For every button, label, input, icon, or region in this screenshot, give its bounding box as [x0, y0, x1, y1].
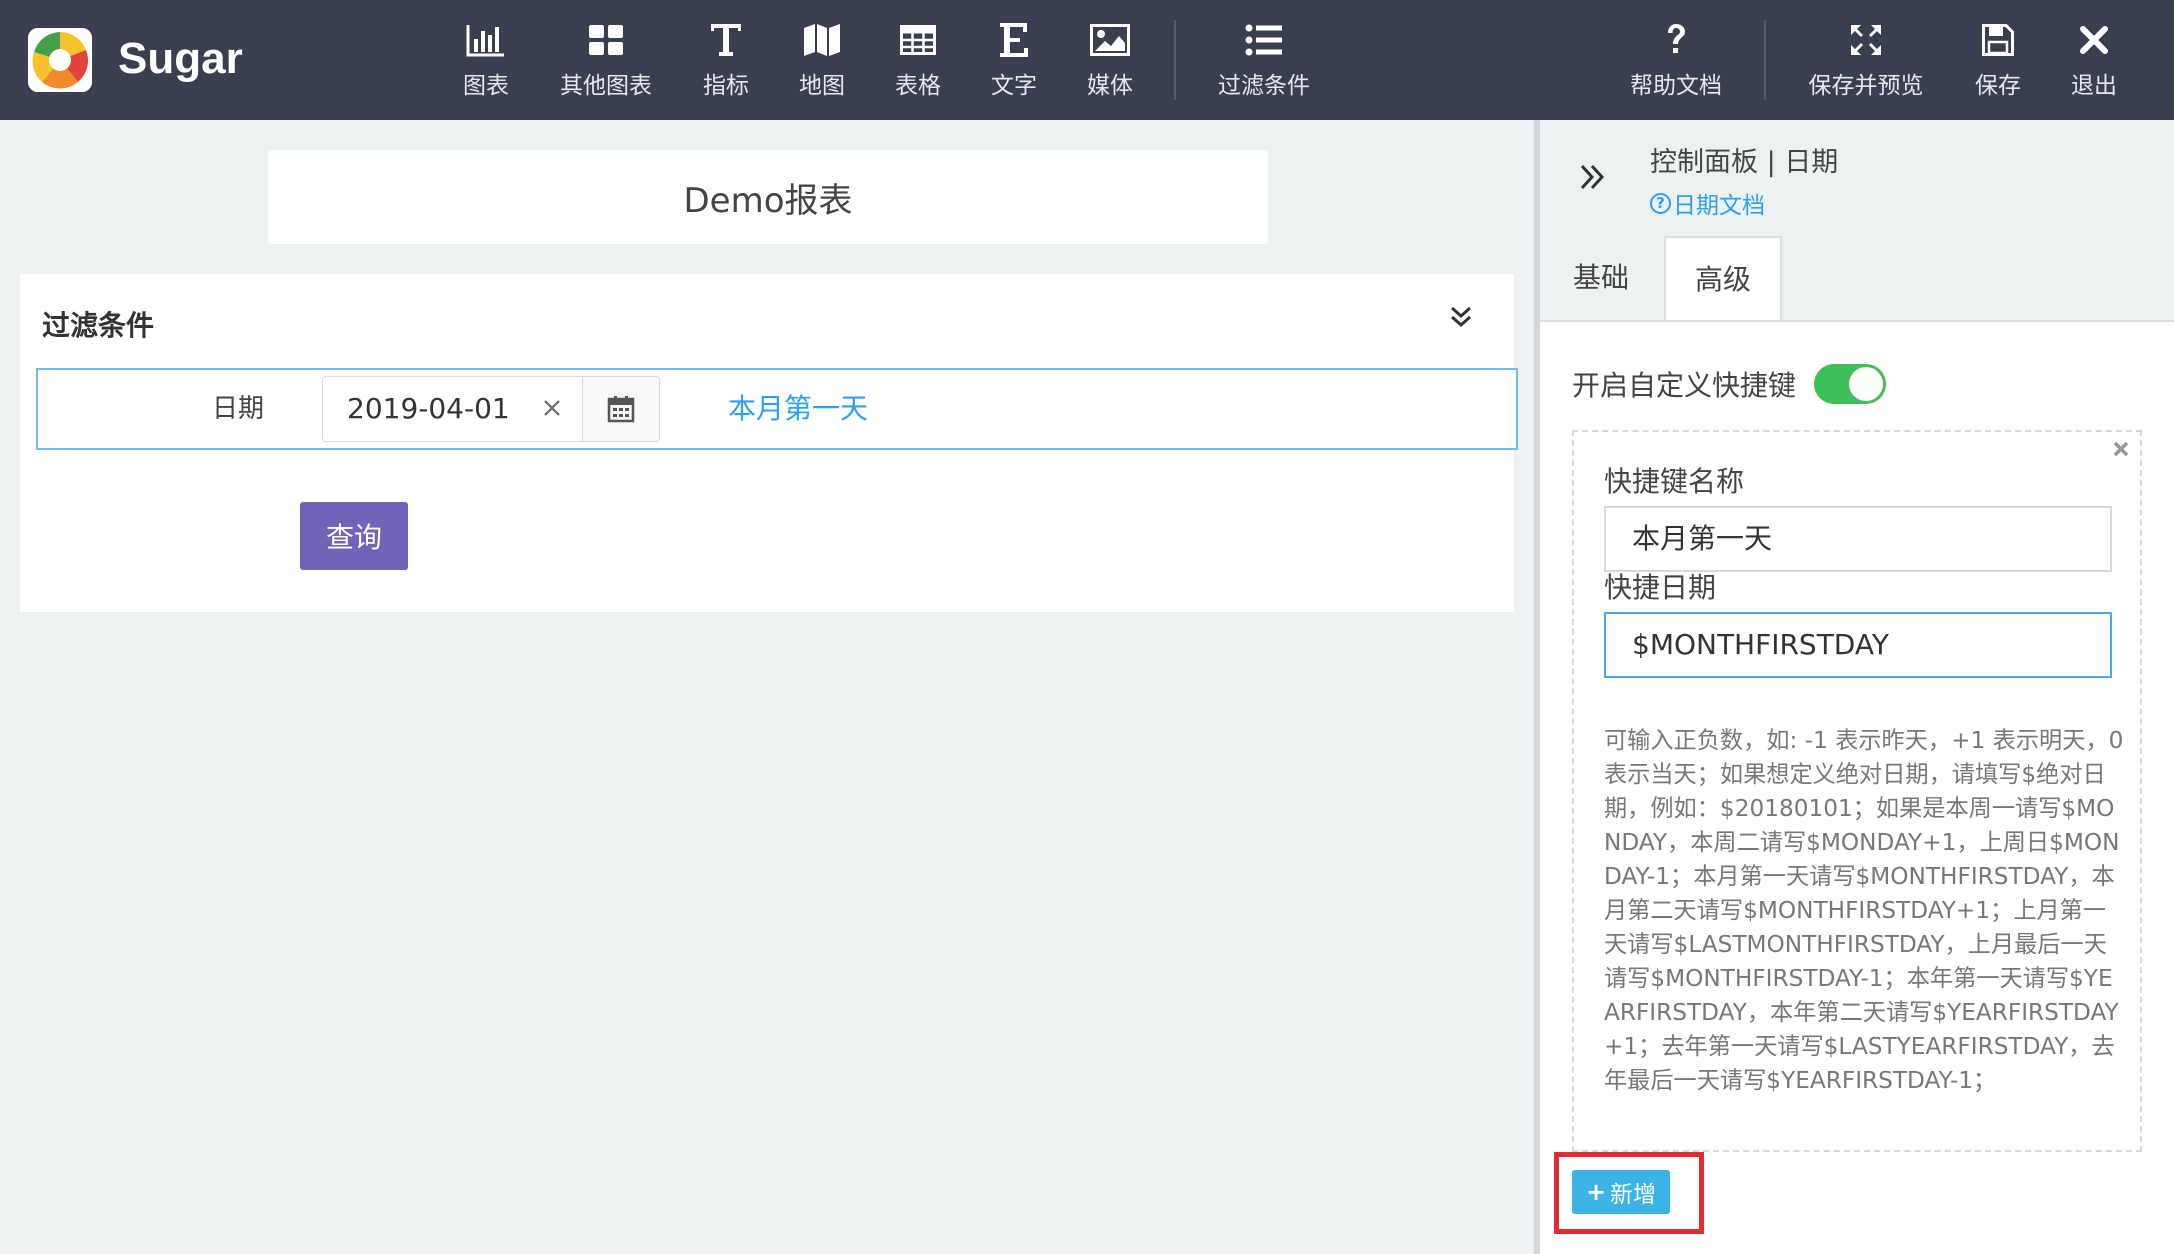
toolbar-chart-button[interactable]: 图表 [454, 18, 518, 102]
save-icon [1982, 18, 2014, 62]
toolbar-save-preview-label: 保存并预览 [1808, 73, 1924, 99]
expand-icon [1849, 18, 1883, 62]
tab-advanced[interactable]: 高级 [1664, 236, 1782, 322]
toolbar-divider [1174, 20, 1176, 100]
shortcut-item-card: 快捷键名称 本月第一天 快捷日期 $MONTHFIRSTDAY 可输入正负数，如… [1572, 430, 2142, 1152]
shortcut-date-help-text: 可输入正负数，如: -1 表示昨天，+1 表示明天，0表示当天；如果想定义绝对日… [1604, 727, 2124, 1094]
toolbar-map-button[interactable]: 地图 [790, 18, 854, 102]
date-doc-link[interactable]: ? 日期文档 [1650, 186, 1765, 220]
shortcut-name-input[interactable]: 本月第一天 [1604, 506, 2112, 572]
list-icon [1245, 18, 1283, 62]
toolbar-save-label: 保存 [1975, 73, 2021, 99]
report-title[interactable]: Demo报表 [268, 150, 1268, 244]
toolbar-text-label: 文字 [991, 73, 1037, 99]
toolbar-help-label: 帮助文档 [1630, 73, 1722, 99]
filter-card[interactable]: 过滤条件 日期 2019-04-01 本月第一天 查询 [20, 274, 1518, 612]
shortcut-link-month-first-day[interactable]: 本月第一天 [728, 370, 868, 448]
toolbar-other-charts-button[interactable]: 其他图表 [556, 18, 656, 102]
calendar-icon [607, 396, 635, 423]
image-icon [1090, 18, 1130, 62]
toolbar-filter-label: 过滤条件 [1218, 73, 1310, 99]
date-filter-label: 日期 [212, 394, 265, 424]
text-t-icon [709, 18, 743, 62]
toolbar-metric-button[interactable]: 指标 [694, 18, 758, 102]
bar-chart-icon [466, 18, 506, 62]
calendar-button[interactable] [582, 376, 660, 442]
toolbar-table-label: 表格 [895, 73, 941, 99]
toolbar-other-charts-label: 其他图表 [560, 73, 652, 99]
date-filter-row: 日期 2019-04-01 本月第一天 [36, 368, 1518, 450]
toolbar-exit-label: 退出 [2071, 73, 2117, 99]
toolbar-filter-button[interactable]: 过滤条件 [1212, 18, 1316, 102]
toolbar-table-button[interactable]: 表格 [886, 18, 950, 102]
toolbar-metric-label: 指标 [703, 73, 749, 99]
sugar-logo-icon [28, 28, 92, 92]
toolbar-chart-label: 图表 [463, 73, 509, 99]
double-chevron-down-icon[interactable] [1448, 304, 1474, 334]
panel-title: 控制面板 | 日期 [1650, 147, 1839, 178]
toolbar-map-label: 地图 [799, 73, 845, 99]
tab-basic[interactable]: 基础 [1540, 236, 1662, 320]
toolbar-save-button[interactable]: 保存 [1966, 18, 2030, 102]
toolbar-exit-button[interactable]: 退出 [2062, 18, 2126, 102]
top-toolbar: Sugar 图表 其他图表 指标 地图 表格 文字 媒体 过滤条件 帮助文档 保… [0, 0, 2174, 120]
toolbar-media-label: 媒体 [1087, 73, 1133, 99]
remove-shortcut-icon[interactable] [2112, 440, 2130, 462]
date-input-value: 2019-04-01 [347, 392, 510, 425]
control-panel: 控制面板 | 日期 ? 日期文档 基础 高级 开启自定义快捷键 快捷键名称 本月… [1540, 120, 2174, 1254]
custom-shortcut-toggle[interactable] [1814, 364, 1886, 404]
map-icon [803, 18, 841, 62]
date-input[interactable]: 2019-04-01 [322, 376, 582, 442]
query-button[interactable]: 查询 [300, 502, 408, 570]
toolbar-save-preview-button[interactable]: 保存并预览 [1804, 18, 1928, 102]
clear-icon[interactable] [541, 397, 563, 423]
close-icon [2080, 18, 2108, 62]
double-chevron-right-icon[interactable] [1578, 162, 1608, 196]
toggle-knob [1849, 367, 1883, 401]
shortcut-date-input[interactable]: $MONTHFIRSTDAY [1604, 612, 2112, 678]
toolbar-divider-right [1764, 20, 1766, 100]
shortcut-name-label: 快捷键名称 [1604, 465, 1745, 498]
toolbar-text-button[interactable]: 文字 [982, 18, 1046, 102]
filter-title: 过滤条件 [42, 309, 155, 342]
grid-icon [588, 18, 624, 62]
text-e-icon [998, 18, 1030, 62]
shortcut-date-label: 快捷日期 [1604, 571, 1717, 604]
panel-body: 开启自定义快捷键 快捷键名称 本月第一天 快捷日期 $MONTHFIRSTDAY… [1540, 320, 2174, 1254]
toolbar-help-button[interactable]: 帮助文档 [1626, 18, 1726, 102]
custom-shortcut-toggle-label: 开启自定义快捷键 [1572, 369, 1797, 402]
question-icon [1665, 18, 1687, 62]
app-name: Sugar [118, 34, 243, 83]
table-icon [900, 18, 936, 62]
toolbar-media-button[interactable]: 媒体 [1078, 18, 1142, 102]
highlight-annotation-box [1554, 1152, 1704, 1234]
question-circle-icon: ? [1650, 192, 1671, 214]
date-doc-link-label: 日期文档 [1673, 193, 1765, 219]
